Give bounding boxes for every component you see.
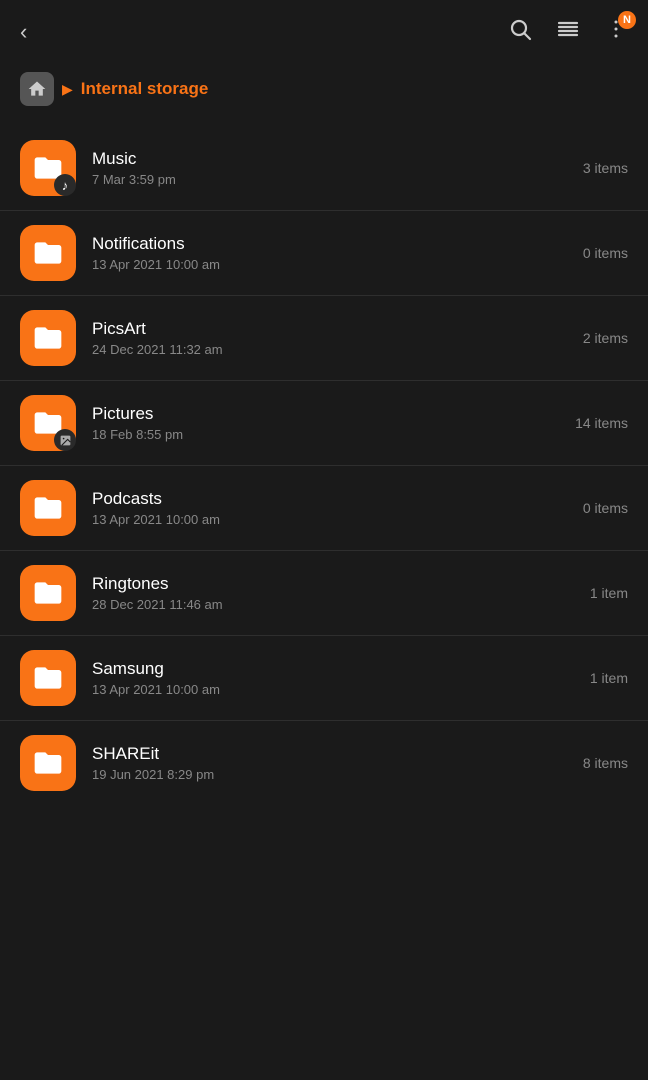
folder-name: Samsung xyxy=(92,659,558,679)
folder-info: Pictures 18 Feb 8:55 pm xyxy=(92,404,558,442)
folder-icon-wrapper xyxy=(20,650,76,706)
folder-date: 13 Apr 2021 10:00 am xyxy=(92,257,558,272)
folder-type-badge: ♪ xyxy=(54,174,76,196)
folder-icon-wrapper xyxy=(20,480,76,536)
folder-type-badge xyxy=(54,429,76,451)
breadcrumb-arrow: ▶ xyxy=(62,81,73,98)
folder-list: ♪ Music 7 Mar 3:59 pm 3 items Notificati… xyxy=(0,126,648,805)
folder-icon-wrapper: ♪ xyxy=(20,140,76,196)
folder-info: SHAREit 19 Jun 2021 8:29 pm xyxy=(92,744,558,782)
folder-item[interactable]: PicsArt 24 Dec 2021 11:32 am 2 items xyxy=(0,296,648,381)
folder-info: PicsArt 24 Dec 2021 11:32 am xyxy=(92,319,558,357)
folder-count: 0 items xyxy=(558,500,628,516)
folder-date: 19 Jun 2021 8:29 pm xyxy=(92,767,558,782)
home-icon[interactable] xyxy=(20,72,54,106)
folder-icon-wrapper xyxy=(20,395,76,451)
folder-name: Ringtones xyxy=(92,574,558,594)
folder-icon xyxy=(20,310,76,366)
folder-icon-wrapper xyxy=(20,565,76,621)
folder-icon xyxy=(20,480,76,536)
folder-info: Notifications 13 Apr 2021 10:00 am xyxy=(92,234,558,272)
folder-count: 14 items xyxy=(558,415,628,431)
folder-info: Samsung 13 Apr 2021 10:00 am xyxy=(92,659,558,697)
folder-item[interactable]: Pictures 18 Feb 8:55 pm 14 items xyxy=(0,381,648,466)
notification-badge: N xyxy=(618,11,636,29)
folder-date: 24 Dec 2021 11:32 am xyxy=(92,342,558,357)
breadcrumb-label: Internal storage xyxy=(81,79,209,99)
folder-name: SHAREit xyxy=(92,744,558,764)
folder-item[interactable]: ♪ Music 7 Mar 3:59 pm 3 items xyxy=(0,126,648,211)
folder-icon xyxy=(20,225,76,281)
folder-item[interactable]: Samsung 13 Apr 2021 10:00 am 1 item xyxy=(0,636,648,721)
folder-item[interactable]: SHAREit 19 Jun 2021 8:29 pm 8 items xyxy=(0,721,648,805)
folder-count: 1 item xyxy=(558,670,628,686)
folder-icon-wrapper xyxy=(20,735,76,791)
folder-count: 0 items xyxy=(558,245,628,261)
folder-info: Podcasts 13 Apr 2021 10:00 am xyxy=(92,489,558,527)
folder-date: 7 Mar 3:59 pm xyxy=(92,172,558,187)
folder-name: Pictures xyxy=(92,404,558,424)
folder-item[interactable]: Ringtones 28 Dec 2021 11:46 am 1 item xyxy=(0,551,648,636)
folder-count: 2 items xyxy=(558,330,628,346)
top-bar: ‹ N xyxy=(0,0,648,64)
folder-date: 28 Dec 2021 11:46 am xyxy=(92,597,558,612)
breadcrumb: ▶ Internal storage xyxy=(0,64,648,126)
more-options-button[interactable]: N xyxy=(604,17,628,47)
folder-date: 18 Feb 8:55 pm xyxy=(92,427,558,442)
folder-item[interactable]: Notifications 13 Apr 2021 10:00 am 0 ite… xyxy=(0,211,648,296)
folder-icon-wrapper xyxy=(20,310,76,366)
folder-date: 13 Apr 2021 10:00 am xyxy=(92,682,558,697)
folder-name: Podcasts xyxy=(92,489,558,509)
folder-count: 8 items xyxy=(558,755,628,771)
search-button[interactable] xyxy=(508,17,532,47)
folder-date: 13 Apr 2021 10:00 am xyxy=(92,512,558,527)
folder-icon xyxy=(20,565,76,621)
folder-info: Music 7 Mar 3:59 pm xyxy=(92,149,558,187)
folder-name: PicsArt xyxy=(92,319,558,339)
folder-name: Music xyxy=(92,149,558,169)
folder-item[interactable]: Podcasts 13 Apr 2021 10:00 am 0 items xyxy=(0,466,648,551)
folder-count: 1 item xyxy=(558,585,628,601)
folder-icon xyxy=(20,650,76,706)
list-view-button[interactable] xyxy=(556,17,580,47)
back-button[interactable]: ‹ xyxy=(20,19,27,45)
folder-info: Ringtones 28 Dec 2021 11:46 am xyxy=(92,574,558,612)
folder-icon-wrapper xyxy=(20,225,76,281)
folder-icon xyxy=(20,735,76,791)
folder-name: Notifications xyxy=(92,234,558,254)
folder-count: 3 items xyxy=(558,160,628,176)
